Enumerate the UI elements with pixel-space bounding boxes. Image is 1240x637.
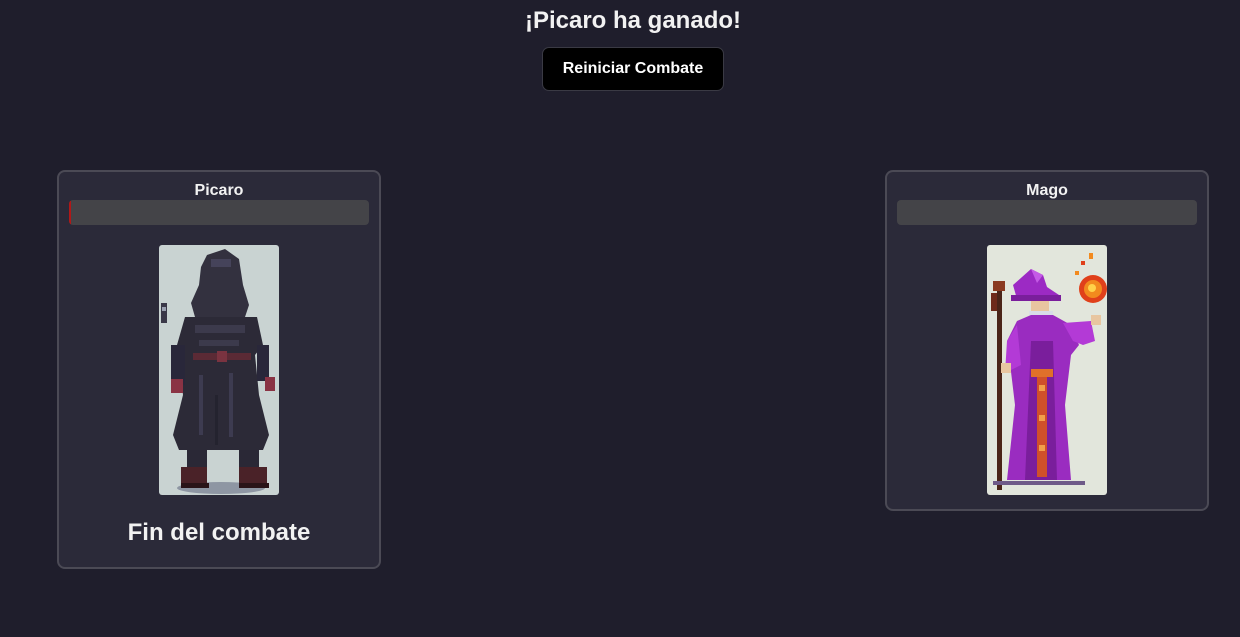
wizard-portrait-icon <box>987 245 1107 495</box>
health-bar <box>897 200 1197 225</box>
fighter-card-picaro: Picaro Fin del combate <box>57 170 381 569</box>
health-bar <box>69 200 369 225</box>
fighter-name: Mago <box>1026 182 1068 199</box>
fighter-card-mago: Mago <box>885 170 1209 511</box>
restart-combat-button[interactable]: Reiniciar Combate <box>542 47 724 91</box>
rogue-portrait-icon <box>159 245 279 495</box>
health-bar-fill <box>69 200 71 225</box>
combat-status-text: Fin del combate <box>127 519 311 546</box>
fighter-name: Picaro <box>194 182 244 199</box>
result-title: ¡Picaro ha ganado! <box>524 7 742 34</box>
